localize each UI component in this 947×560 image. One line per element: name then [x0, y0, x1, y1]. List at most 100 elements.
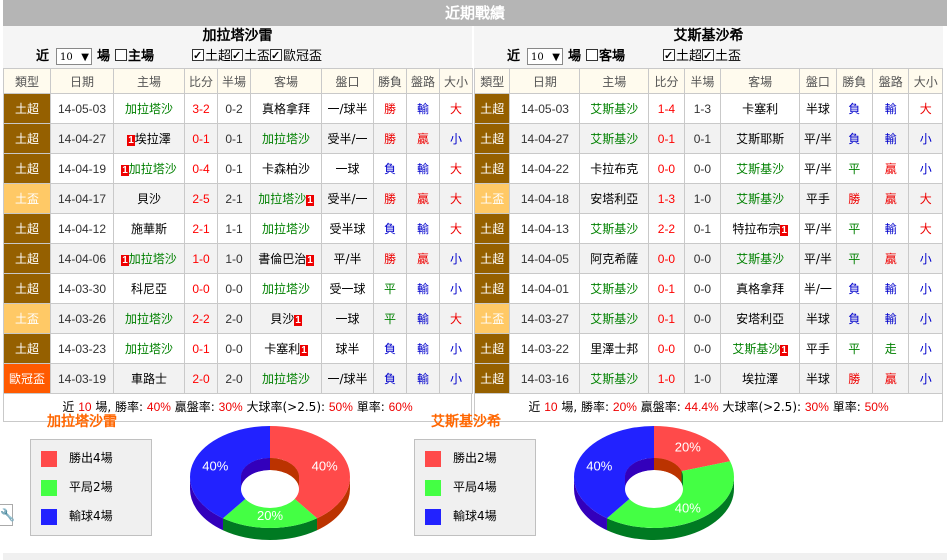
- right-count-select[interactable]: 10 ▼: [527, 48, 563, 65]
- match-type[interactable]: 土超: [473, 153, 511, 184]
- match-type[interactable]: 土超: [3, 333, 51, 364]
- full-time-score[interactable]: 1-4: [648, 93, 685, 124]
- full-time-score[interactable]: 0-1: [184, 333, 218, 364]
- match-type[interactable]: 土超: [473, 273, 511, 304]
- checkbox[interactable]: [702, 45, 715, 67]
- home-team[interactable]: 1加拉塔沙: [113, 243, 185, 274]
- match-type[interactable]: 土超: [3, 273, 51, 304]
- full-time-score[interactable]: 1-0: [184, 243, 218, 274]
- checkbox[interactable]: [115, 49, 127, 61]
- table-row[interactable]: 土超 14-04-19 1加拉塔沙 0-4 0-1 卡森柏沙 一球負輸大: [3, 153, 473, 184]
- match-type[interactable]: 土超: [3, 213, 51, 244]
- home-team[interactable]: 加拉塔沙: [113, 303, 185, 334]
- full-time-score[interactable]: 0-1: [648, 273, 685, 304]
- match-type[interactable]: 土超: [3, 93, 51, 124]
- home-team[interactable]: 艾斯基沙: [579, 363, 650, 394]
- full-time-score[interactable]: 2-2: [184, 303, 218, 334]
- away-team[interactable]: 貝沙1: [250, 303, 322, 334]
- table-row[interactable]: 土盃 14-03-26 加拉塔沙 2-2 2-0 貝沙1 一球平輸大: [3, 303, 473, 334]
- away-team[interactable]: 艾斯基沙: [720, 243, 801, 274]
- home-team[interactable]: 1埃拉澤: [113, 123, 185, 154]
- right-venue-toggle[interactable]: 客場: [586, 46, 625, 68]
- checkbox[interactable]: [192, 45, 204, 67]
- table-row[interactable]: 土超 14-04-27 艾斯基沙 0-1 0-1 艾斯耶斯 平/半負輸小: [473, 123, 943, 154]
- match-type[interactable]: 土超: [473, 243, 511, 274]
- home-team[interactable]: 艾斯基沙: [579, 93, 650, 124]
- home-team[interactable]: 安塔利亞: [579, 183, 650, 214]
- away-team[interactable]: 艾斯基沙: [720, 153, 801, 184]
- match-type[interactable]: 土盃: [473, 183, 511, 214]
- full-time-score[interactable]: 0-0: [184, 273, 218, 304]
- match-type[interactable]: 土超: [473, 93, 511, 124]
- table-row[interactable]: 土超 14-03-23 加拉塔沙 0-1 0-0 卡塞利1 球半負輸小: [3, 333, 473, 364]
- home-team[interactable]: 艾斯基沙: [579, 273, 650, 304]
- home-team[interactable]: 艾斯基沙: [579, 213, 650, 244]
- full-time-score[interactable]: 2-2: [648, 213, 685, 244]
- match-type[interactable]: 土盃: [3, 303, 51, 334]
- away-team[interactable]: 真格拿拜: [720, 273, 801, 304]
- full-time-score[interactable]: 0-4: [184, 153, 218, 184]
- away-team[interactable]: 加拉塔沙: [250, 213, 322, 244]
- full-time-score[interactable]: 1-0: [648, 363, 685, 394]
- table-row[interactable]: 土超 14-04-05 阿克希薩 0-0 0-0 艾斯基沙 平/半平贏小: [473, 243, 943, 274]
- full-time-score[interactable]: 0-0: [648, 153, 685, 184]
- away-team[interactable]: 艾斯基沙: [720, 183, 801, 214]
- wrench-icon[interactable]: 🔧: [0, 504, 15, 526]
- away-team[interactable]: 卡森柏沙: [250, 153, 322, 184]
- home-team[interactable]: 貝沙: [113, 183, 185, 214]
- match-type[interactable]: 土超: [473, 363, 511, 394]
- away-team[interactable]: 安塔利亞: [720, 303, 801, 334]
- home-team[interactable]: 施華斯: [113, 213, 185, 244]
- away-team[interactable]: 艾斯基沙1: [720, 333, 801, 364]
- filter-super[interactable]: 土超: [663, 45, 702, 67]
- match-type[interactable]: 土盃: [473, 303, 511, 334]
- home-team[interactable]: 里澤士邦: [579, 333, 650, 364]
- home-team[interactable]: 車路士: [113, 363, 185, 394]
- full-time-score[interactable]: 2-0: [184, 363, 218, 394]
- away-team[interactable]: 加拉塔沙: [250, 363, 322, 394]
- away-team[interactable]: 加拉塔沙: [250, 123, 322, 154]
- away-team[interactable]: 卡塞利: [720, 93, 801, 124]
- home-team[interactable]: 阿克希薩: [579, 243, 650, 274]
- away-team[interactable]: 加拉塔沙: [250, 273, 322, 304]
- match-type[interactable]: 土超: [3, 153, 51, 184]
- left-count-select[interactable]: 10 ▼: [56, 48, 92, 65]
- table-row[interactable]: 土超 14-03-30 科尼亞 0-0 0-0 加拉塔沙 受一球平輸小: [3, 273, 473, 304]
- away-team[interactable]: 真格拿拜: [250, 93, 322, 124]
- table-row[interactable]: 土盃 14-04-17 貝沙 2-5 2-1 加拉塔沙1 受半/一勝贏大: [3, 183, 473, 214]
- away-team[interactable]: 加拉塔沙1: [250, 183, 322, 214]
- home-team[interactable]: 加拉塔沙: [113, 333, 185, 364]
- away-team[interactable]: 卡塞利1: [250, 333, 322, 364]
- table-row[interactable]: 土超 14-03-22 里澤士邦 0-0 0-0 艾斯基沙1 平手平走小: [473, 333, 943, 364]
- table-row[interactable]: 土超 14-04-01 艾斯基沙 0-1 0-0 真格拿拜 半/一負輸小: [473, 273, 943, 304]
- full-time-score[interactable]: 1-3: [648, 183, 685, 214]
- full-time-score[interactable]: 3-2: [184, 93, 218, 124]
- match-type[interactable]: 土超: [3, 123, 51, 154]
- table-row[interactable]: 土超 14-03-16 艾斯基沙 1-0 1-0 埃拉澤 半球勝贏小: [473, 363, 943, 394]
- full-time-score[interactable]: 0-1: [184, 123, 218, 154]
- home-team[interactable]: 加拉塔沙: [113, 93, 185, 124]
- match-type[interactable]: 歐冠盃: [3, 363, 51, 394]
- table-row[interactable]: 土超 14-04-13 艾斯基沙 2-2 0-1 特拉布宗1 平/半平輸大: [473, 213, 943, 244]
- checkbox[interactable]: [663, 45, 675, 67]
- checkbox[interactable]: [231, 45, 244, 67]
- away-team[interactable]: 特拉布宗1: [720, 213, 801, 244]
- filter-cup[interactable]: 土盃: [231, 45, 270, 67]
- left-venue-toggle[interactable]: 主場: [115, 46, 154, 68]
- table-row[interactable]: 土超 14-04-22 卡拉布克 0-0 0-0 艾斯基沙 平/半平贏小: [473, 153, 943, 184]
- match-type[interactable]: 土超: [3, 243, 51, 274]
- table-row[interactable]: 土超 14-05-03 艾斯基沙 1-4 1-3 卡塞利 半球負輸大: [473, 93, 943, 124]
- checkbox[interactable]: [270, 45, 283, 67]
- full-time-score[interactable]: 2-5: [184, 183, 218, 214]
- away-team[interactable]: 書倫巴治1: [250, 243, 322, 274]
- home-team[interactable]: 艾斯基沙: [579, 123, 650, 154]
- away-team[interactable]: 埃拉澤: [720, 363, 801, 394]
- filter-super[interactable]: 土超: [192, 45, 231, 67]
- table-row[interactable]: 土超 14-04-27 1埃拉澤 0-1 0-1 加拉塔沙 受半/一勝贏小: [3, 123, 473, 154]
- home-team[interactable]: 1加拉塔沙: [113, 153, 185, 184]
- checkbox[interactable]: [586, 49, 598, 61]
- full-time-score[interactable]: 0-1: [648, 123, 685, 154]
- table-row[interactable]: 土超 14-04-06 1加拉塔沙 1-0 1-0 書倫巴治1 平/半勝贏小: [3, 243, 473, 274]
- home-team[interactable]: 科尼亞: [113, 273, 185, 304]
- table-row[interactable]: 土盃 14-04-18 安塔利亞 1-3 1-0 艾斯基沙 平手勝贏大: [473, 183, 943, 214]
